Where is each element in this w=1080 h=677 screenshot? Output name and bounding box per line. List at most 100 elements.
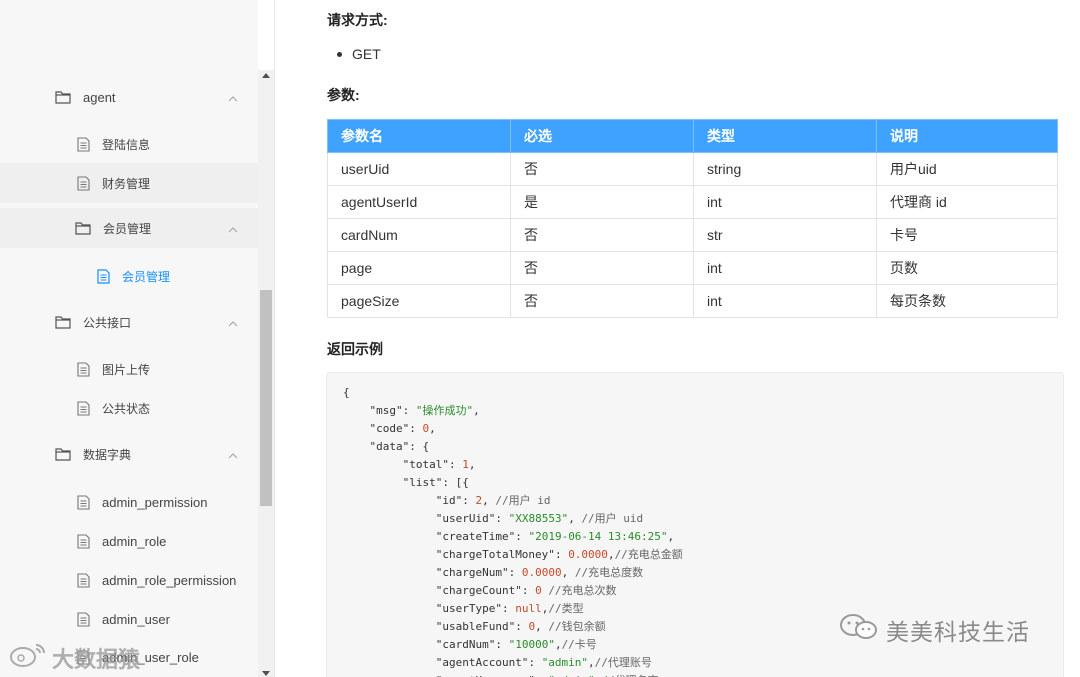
main-content: 请求方式: GET 参数: 参数名 必选 类型 说明 userUid 否 str… (275, 0, 1080, 677)
table-cell: 每页条数 (876, 284, 1058, 318)
table-cell: string (693, 152, 877, 186)
table-cell: 否 (510, 152, 694, 186)
sidebar-item-label: 会员管理 (122, 269, 171, 284)
code-line: "id": 2, //用户 id (435, 494, 551, 507)
sidebar-item-public-status[interactable]: 公共状态 (0, 388, 258, 428)
document-icon (75, 136, 91, 152)
request-method-heading: 请求方式: (327, 12, 388, 28)
sidebar-item-admin-user[interactable]: admin_user (0, 599, 258, 639)
sidebar-item-label: admin_user (102, 611, 170, 627)
sidebar-item-admin-role[interactable]: admin_role (0, 521, 258, 561)
table-cell: int (693, 185, 877, 219)
sidebar-item-label: admin_role_permission (102, 572, 237, 588)
sidebar-item-label: 登陆信息 (102, 137, 151, 152)
watermark-text: 美美科技生活 (886, 619, 1030, 645)
folder-icon (55, 446, 71, 462)
table-row: agentUserId 是 int 代理商 id (327, 185, 1058, 219)
sidebar-group-label: agent (83, 89, 116, 105)
return-example-heading: 返回示例 (327, 341, 383, 357)
code-line: "userType": null,//类型 (435, 602, 584, 615)
document-icon (75, 572, 91, 588)
watermark-text: 大数据猿 (52, 647, 141, 672)
code-line: "usableFund": 0, //钱包余额 (435, 620, 606, 633)
table-header-cell: 必选 (510, 119, 694, 153)
chevron-up-icon[interactable] (228, 449, 238, 459)
sidebar-item-label: 公共状态 (102, 401, 151, 416)
method-value: GET (352, 46, 381, 62)
sidebar-item-label: admin_permission (102, 494, 208, 510)
table-header-cell: 说明 (876, 119, 1058, 153)
table-cell: 用户uid (876, 152, 1058, 186)
chevron-up-icon[interactable] (228, 317, 238, 327)
folder-icon (55, 314, 71, 330)
sidebar-item-admin-permission[interactable]: admin_permission (0, 482, 258, 522)
code-line: "chargeCount": 0 //充电总次数 (435, 584, 617, 597)
document-icon (75, 175, 91, 191)
chevron-up-icon[interactable] (228, 92, 238, 102)
table-cell: agentUserId (327, 185, 511, 219)
table-cell: userUid (327, 152, 511, 186)
method-list-item: GET (337, 46, 381, 62)
code-line: "agentUsername": "admin" //代理名字 (343, 672, 683, 677)
table-cell: 卡号 (876, 218, 1058, 252)
code-line: "createTime": "2019-06-14 13:46:25", (435, 530, 675, 543)
code-line: "chargeNum": 0.0000, //充电总度数 (435, 566, 644, 579)
sidebar-group-agent[interactable]: agent (0, 77, 258, 117)
bullet-icon (337, 51, 342, 57)
table-cell: page (327, 251, 511, 285)
sidebar: agent 登陆信息 财务管理 会员管理 会员管理 公共接口 图片上传 公共状态… (0, 0, 258, 677)
code-line: "code": 0, (369, 422, 436, 435)
document-icon (75, 400, 91, 416)
code-line: "cardNum": "10000",//卡号 (435, 638, 597, 651)
sidebar-group-label: 公共接口 (83, 315, 132, 330)
sidebar-item-member-manage[interactable]: 会员管理 (0, 256, 258, 296)
document-icon (75, 611, 91, 627)
scroll-up-arrow-icon[interactable] (262, 73, 270, 78)
document-icon (75, 494, 91, 510)
table-cell: 页数 (876, 251, 1058, 285)
code-line: "agentAccount": "admin",//代理账号 (435, 656, 652, 669)
sidebar-group-data-dictionary[interactable]: 数据字典 (0, 434, 258, 474)
sidebar-item-admin-role-permission[interactable]: admin_role_permission (0, 560, 258, 600)
table-cell: int (693, 251, 877, 285)
code-line: "data": { (369, 440, 430, 453)
code-line: "list": [{ (402, 476, 469, 489)
table-cell: pageSize (327, 284, 511, 318)
code-line: "total": 1, (402, 458, 476, 471)
sidebar-item-label: admin_role (102, 533, 167, 549)
scrollbar-thumb[interactable] (260, 290, 272, 506)
code-line: "userUid": "XX88553", //用户 uid (435, 512, 644, 525)
table-row: cardNum 否 str 卡号 (327, 218, 1058, 252)
scroll-down-arrow-icon[interactable] (262, 671, 270, 676)
table-header-cell: 参数名 (327, 119, 511, 153)
table-cell: cardNum (327, 218, 511, 252)
sidebar-group-public-api[interactable]: 公共接口 (0, 302, 258, 342)
sidebar-item-label: 图片上传 (102, 362, 151, 377)
table-header-cell: 类型 (693, 119, 877, 153)
table-cell: str (693, 218, 877, 252)
sidebar-group-member[interactable]: 会员管理 (0, 208, 258, 248)
table-cell: int (693, 284, 877, 318)
params-heading: 参数: (327, 87, 360, 103)
watermark-right: 美美科技生活 (838, 612, 1030, 648)
table-row: userUid 否 string 用户uid (327, 152, 1058, 186)
sidebar-item-login-info[interactable]: 登陆信息 (0, 124, 258, 164)
code-line: { (343, 386, 350, 399)
table-cell: 否 (510, 218, 694, 252)
weibo-icon (8, 641, 52, 675)
table-row: pageSize 否 int 每页条数 (327, 284, 1058, 318)
sidebar-item-finance[interactable]: 财务管理 (0, 163, 258, 203)
chevron-up-icon[interactable] (228, 223, 238, 233)
watermark-left: 大数据猿 (8, 641, 140, 675)
sidebar-item-image-upload[interactable]: 图片上传 (0, 349, 258, 389)
wechat-icon (838, 612, 886, 648)
code-line: "chargeTotalMoney": 0.0000,//充电总金额 (435, 548, 683, 561)
document-icon (75, 533, 91, 549)
code-content: { "msg": "操作成功", "code": 0, "data": { "t… (343, 384, 683, 677)
table-cell: 是 (510, 185, 694, 219)
code-line: "msg": "操作成功", (369, 404, 480, 417)
table-cell: 否 (510, 284, 694, 318)
table-cell: 代理商 id (876, 185, 1058, 219)
table-cell: 否 (510, 251, 694, 285)
table-row: page 否 int 页数 (327, 251, 1058, 285)
